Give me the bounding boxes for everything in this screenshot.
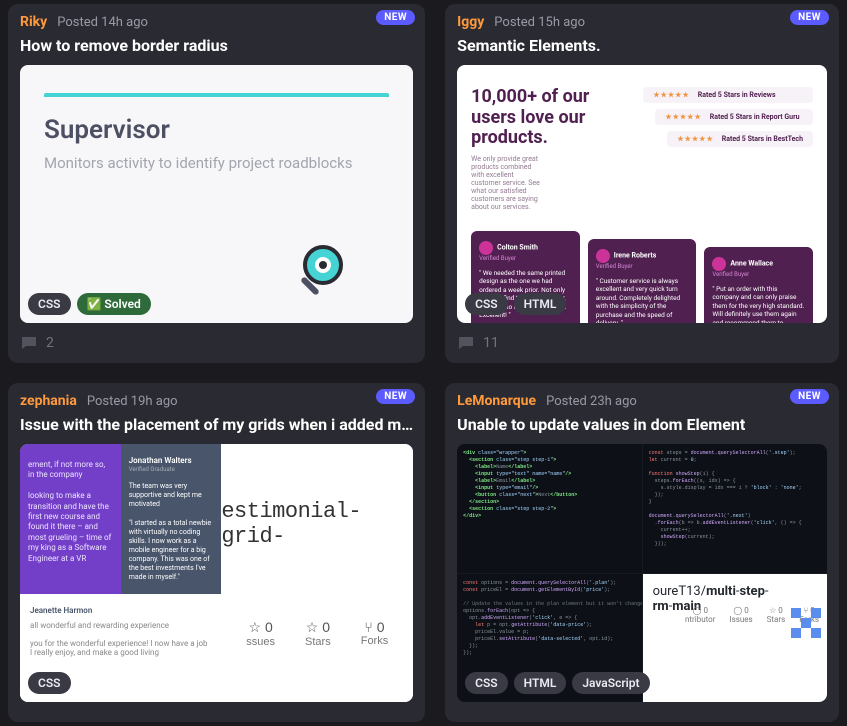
post-grid: NEW Riky Posted 14h ago How to remove bo… (8, 4, 839, 722)
post-card[interactable]: NEW zephania Posted 19h ago Issue with t… (8, 383, 425, 722)
post-card[interactable]: NEW Iggy Posted 15h ago Semantic Element… (445, 4, 839, 363)
author-link[interactable]: zephania (20, 393, 77, 409)
preview-heading: Supervisor (44, 115, 389, 145)
testimonial-card: Irene RobertsVerified Buyer" Customer se… (588, 239, 697, 323)
post-card[interactable]: NEW Riky Posted 14h ago How to remove bo… (8, 4, 425, 363)
new-badge: NEW (790, 389, 829, 404)
repo-name-fragment: estimonial-grid- (221, 499, 413, 549)
tags-row: CSS HTML (465, 293, 566, 315)
preview-tile: Jonathan Walters Verified Graduate The t… (121, 444, 222, 594)
tag-html[interactable]: HTML (514, 672, 567, 694)
author-link[interactable]: Riky (20, 14, 47, 30)
post-title[interactable]: How to remove border radius (20, 36, 413, 55)
preview-sub: We only provide great products combined … (471, 155, 540, 211)
card-header: Iggy Posted 15h ago (457, 14, 827, 30)
posted-time: Posted 14h ago (57, 15, 148, 30)
posted-time: Posted 23h ago (546, 394, 637, 409)
post-title[interactable]: Issue with the placement of my grids whe… (20, 415, 413, 434)
post-title[interactable]: Unable to update values in dom Element (457, 415, 827, 434)
comments-number: 11 (483, 335, 499, 351)
tags-row: CSS (28, 672, 71, 694)
tag-html[interactable]: HTML (514, 293, 567, 315)
comments-count[interactable]: 11 (457, 335, 827, 351)
rating-pill: ★★★★★Rated 5 Stars in Report Guru (655, 109, 813, 125)
rating-pill: ★★★★★Rated 5 Stars in Reviews (643, 87, 813, 103)
testimonial-card: Anne WallaceVerified Buyer" Put an order… (704, 247, 813, 323)
magnifier-icon (293, 243, 353, 303)
posted-time: Posted 15h ago (494, 15, 585, 30)
card-header: LeMonarque Posted 23h ago (457, 393, 827, 409)
tag-solved: ✅ Solved (77, 293, 151, 315)
tag-css[interactable]: CSS (465, 293, 508, 315)
post-preview[interactable]: 10,000+ of our users love our products. … (457, 65, 827, 323)
post-preview[interactable]: <div class="wrapper"> <section class="st… (457, 444, 827, 702)
preview-tile: ement, if not more so, in the company lo… (20, 444, 121, 594)
tag-css[interactable]: CSS (28, 672, 71, 694)
card-header: Riky Posted 14h ago (20, 14, 413, 30)
tag-js[interactable]: JavaScript (572, 672, 649, 694)
comments-count[interactable]: 2 (20, 335, 413, 351)
new-badge: NEW (376, 10, 415, 25)
ratings-column: ★★★★★Rated 5 Stars in Reviews ★★★★★Rated… (643, 87, 813, 211)
preview-headline: 10,000+ of our users love our products. (471, 87, 625, 149)
author-link[interactable]: Iggy (457, 14, 484, 30)
preview-repo-panel: estimonial-grid- ☆ 0ssues ☆ 0Stars ⑂ 0Fo… (221, 444, 413, 702)
repo-panel: ◯ 0ntributor ◯ 0Issues ☆ 0Stars ⑂ 0Forks… (643, 574, 827, 703)
new-badge: NEW (790, 10, 829, 25)
tags-row: CSS HTML JavaScript (465, 672, 649, 694)
tags-row: CSS ✅ Solved (28, 293, 151, 315)
post-card[interactable]: NEW LeMonarque Posted 23h ago Unable to … (445, 383, 839, 722)
author-link[interactable]: LeMonarque (457, 393, 536, 409)
tag-css[interactable]: CSS (28, 293, 71, 315)
comment-icon (457, 335, 475, 351)
comment-icon (20, 335, 38, 351)
code-pane: <div class="wrapper"> <section class="st… (457, 444, 641, 573)
accent-bar (44, 93, 389, 97)
comments-number: 2 (46, 335, 54, 351)
post-title[interactable]: Semantic Elements. (457, 36, 827, 55)
card-header: zephania Posted 19h ago (20, 393, 413, 409)
repo-stats: ☆ 0ssues ☆ 0Stars ⑂ 0Forks (246, 619, 388, 648)
post-preview[interactable]: Supervisor Monitors activity to identify… (20, 65, 413, 323)
rating-pill: ★★★★★Rated 5 Stars in BestTech (667, 131, 813, 147)
tag-css[interactable]: CSS (465, 672, 508, 694)
code-pane: const steps = document.querySelectorAll(… (643, 444, 827, 573)
posted-time: Posted 19h ago (87, 394, 178, 409)
post-preview[interactable]: ement, if not more so, in the company lo… (20, 444, 413, 702)
identicon-icon (791, 608, 821, 638)
new-badge: NEW (376, 389, 415, 404)
preview-description: Monitors activity to identify project ro… (44, 153, 389, 174)
